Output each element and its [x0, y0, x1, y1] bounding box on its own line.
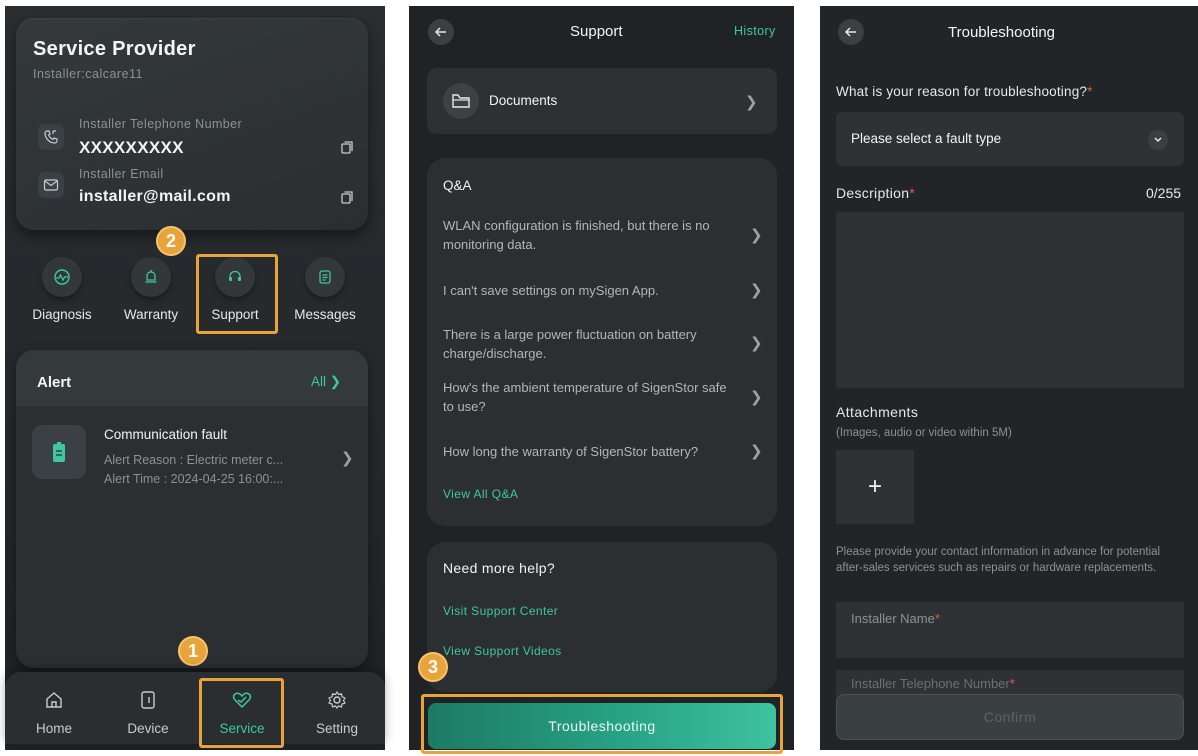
alert-item-title[interactable]: Communication fault — [104, 427, 227, 442]
service-tab-highlight-box — [199, 678, 284, 748]
alert-card — [16, 350, 368, 668]
copy-email-icon[interactable] — [341, 191, 353, 204]
chevron-down-icon[interactable] — [1148, 130, 1168, 150]
alert-all-link[interactable]: All ❯ — [311, 374, 341, 390]
documents-label: Documents — [489, 93, 558, 108]
quick-action-messages[interactable]: Messages — [285, 257, 365, 322]
description-char-count: 0/255 — [1146, 185, 1182, 201]
contact-info-note: Please provide your contact information … — [836, 546, 1161, 574]
documents-chevron-right-icon: ❯ — [745, 94, 758, 111]
chevron-right-icon: ❯ — [750, 389, 763, 406]
battery-icon — [32, 425, 86, 479]
copy-phone-icon[interactable] — [341, 141, 353, 154]
chevron-right-icon: ❯ — [329, 374, 342, 389]
qa-item[interactable]: How's the ambient temperature of SigenSt… — [443, 378, 733, 416]
phone-label: Installer Telephone Number — [79, 117, 243, 131]
phone-icon — [38, 124, 64, 150]
installer-phone-placeholder: Installer Telephone Number* — [851, 676, 1015, 691]
attachments-label: Attachments — [836, 404, 919, 420]
required-marker: * — [1087, 84, 1093, 99]
qa-item[interactable]: How long the warranty of SigenStor batte… — [443, 442, 733, 461]
alert-all-label: All — [311, 374, 327, 389]
qa-item[interactable]: I can't save settings on mySigen App. — [443, 281, 733, 300]
page-title: Troubleshooting — [948, 24, 1056, 41]
confirm-button[interactable]: Confirm — [836, 694, 1184, 740]
chevron-right-icon: ❯ — [750, 227, 763, 244]
chevron-right-icon: ❯ — [750, 335, 763, 352]
required-marker: * — [909, 185, 916, 201]
step-badge-3: 3 — [418, 652, 448, 682]
description-label: Description* — [836, 185, 915, 201]
troubleshooting-highlight-box — [421, 694, 783, 754]
attachments-hint: (Images, audio or video within 5M) — [836, 427, 1012, 439]
page-title: Support — [570, 23, 623, 40]
fault-type-placeholder: Please select a fault type — [851, 131, 1002, 146]
help-title: Need more help? — [443, 560, 555, 576]
back-arrow-icon[interactable] — [838, 19, 864, 45]
alert-title: Alert — [37, 374, 72, 391]
plus-icon: + — [867, 473, 882, 500]
phone-value: XXXXXXXXX — [79, 138, 184, 157]
warranty-bell-icon — [131, 257, 171, 297]
step-badge-1: 1 — [178, 636, 208, 666]
alert-time: Alert Time : 2024-04-25 16:00:... — [104, 472, 284, 486]
email-label: Installer Email — [79, 167, 164, 181]
fault-reason-text: What is your reason for troubleshooting? — [836, 84, 1088, 99]
chevron-right-icon: ❯ — [750, 443, 763, 460]
description-text: Description — [836, 185, 910, 201]
device-icon — [141, 691, 155, 709]
visit-support-center-link[interactable]: Visit Support Center — [443, 604, 558, 618]
warranty-label: Warranty — [123, 307, 179, 322]
step-badge-2: 2 — [156, 226, 186, 256]
tab-device[interactable]: Device — [113, 690, 183, 736]
email-value: installer@mail.com — [79, 188, 231, 205]
email-icon — [38, 172, 64, 198]
installer-name-text: Installer Name — [851, 611, 935, 626]
support-highlight-box — [196, 254, 278, 334]
diagnosis-icon — [42, 257, 82, 297]
installer-phone-text: Installer Telephone Number — [851, 676, 1010, 691]
history-link[interactable]: History — [734, 24, 776, 38]
provider-installer-id: Installer:calcare11 — [33, 67, 144, 81]
quick-action-diagnosis[interactable]: Diagnosis — [22, 257, 102, 322]
view-all-qa-link[interactable]: View All Q&A — [443, 487, 518, 501]
required-marker: * — [1009, 676, 1015, 691]
messages-label: Messages — [294, 307, 356, 322]
qa-title: Q&A — [443, 178, 472, 193]
quick-action-warranty[interactable]: Warranty — [111, 257, 191, 322]
home-icon — [46, 692, 62, 708]
tab-setting[interactable]: Setting — [302, 690, 372, 736]
diagnosis-label: Diagnosis — [32, 307, 92, 322]
tab-home-label: Home — [35, 721, 72, 736]
chevron-right-icon: ❯ — [750, 282, 763, 299]
installer-name-placeholder: Installer Name* — [851, 611, 940, 626]
alert-chevron-right-icon[interactable]: ❯ — [341, 449, 354, 467]
description-textarea[interactable] — [836, 212, 1184, 388]
messages-icon — [305, 257, 345, 297]
documents-row[interactable] — [427, 68, 777, 134]
back-arrow-icon[interactable] — [428, 19, 454, 45]
alert-reason: Alert Reason : Electric meter c... — [104, 453, 284, 467]
provider-title: Service Provider — [33, 38, 196, 60]
fault-reason-label: What is your reason for troubleshooting?… — [836, 84, 1093, 99]
gear-icon — [328, 690, 346, 709]
add-attachment-button[interactable]: + — [836, 450, 914, 524]
view-support-videos-link[interactable]: View Support Videos — [443, 644, 562, 658]
folder-icon — [443, 83, 479, 119]
tab-setting-label: Setting — [315, 721, 359, 736]
tab-home[interactable]: Home — [19, 690, 89, 736]
qa-item[interactable]: WLAN configuration is finished, but ther… — [443, 216, 733, 254]
tab-device-label: Device — [127, 721, 169, 736]
qa-item[interactable]: There is a large power fluctuation on ba… — [443, 325, 733, 363]
required-marker: * — [934, 611, 940, 626]
